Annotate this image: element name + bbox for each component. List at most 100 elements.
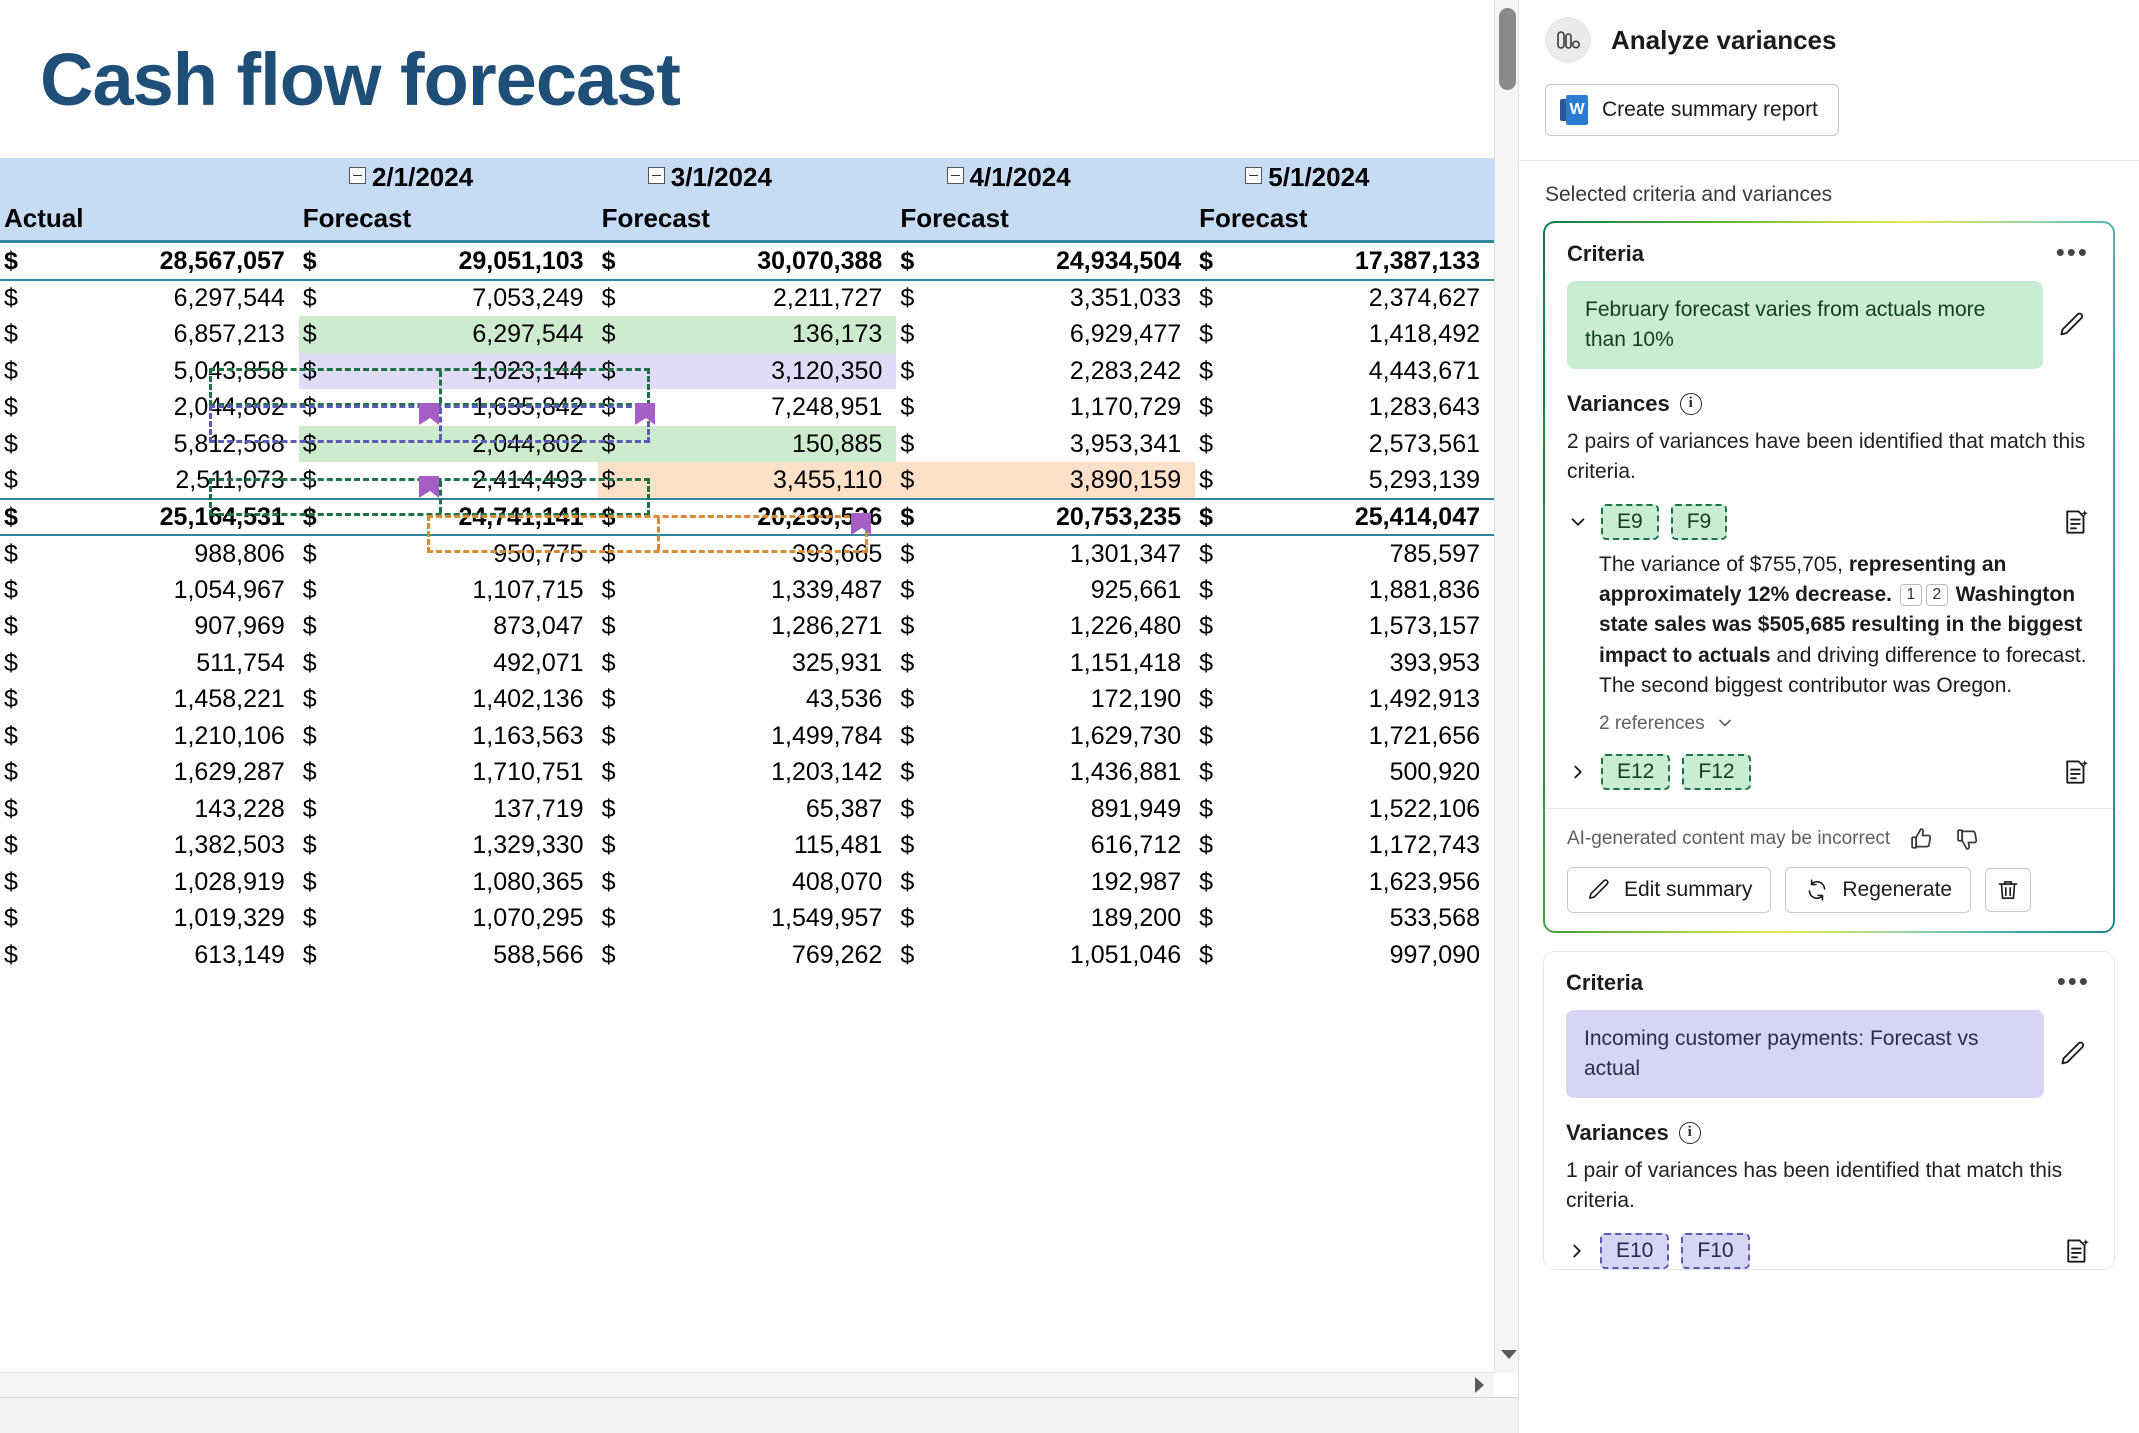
cell-value[interactable]: 500,920: [1241, 754, 1494, 791]
table-row[interactable]: $2,044,802 $1,635,842 $7,248,951 $1,170,729…: [0, 389, 1494, 426]
cell-currency-symbol[interactable]: $: [1195, 572, 1241, 609]
cell-currency-symbol[interactable]: $: [598, 827, 644, 864]
table-row[interactable]: $1,210,106 $1,163,563 $1,499,784 $1,629,730…: [0, 718, 1494, 755]
cell-currency-symbol[interactable]: $: [1195, 718, 1241, 755]
vertical-scrollbar[interactable]: [1494, 0, 1519, 1373]
column-group-date[interactable]: 2/1/2024: [344, 158, 598, 197]
cell-value[interactable]: 2,511,073: [46, 462, 299, 499]
cell-value[interactable]: 1,721,656: [1241, 718, 1494, 755]
cell-value[interactable]: 1,573,157: [1241, 608, 1494, 645]
cell-currency-symbol[interactable]: $: [0, 572, 46, 609]
cell-currency-symbol[interactable]: $: [1195, 791, 1241, 828]
cell-currency-symbol[interactable]: $: [299, 389, 345, 426]
citation-1[interactable]: 1: [1899, 583, 1922, 606]
cell-value[interactable]: 616,712: [943, 827, 1196, 864]
cell-value[interactable]: 3,953,341: [943, 426, 1196, 463]
cell-value[interactable]: 172,190: [943, 681, 1196, 718]
references-toggle[interactable]: 2 references: [1599, 710, 1735, 738]
info-icon[interactable]: i: [1678, 1121, 1701, 1144]
cell-value[interactable]: 1,623,956: [1241, 864, 1494, 901]
cell-value[interactable]: 30,070,388: [643, 243, 897, 281]
cell-currency-symbol[interactable]: $: [598, 791, 644, 828]
table-row[interactable]: $25,164,531 $24,741,141 $20,239,536 $20,753…: [0, 497, 1494, 537]
cell-currency-symbol[interactable]: $: [1195, 535, 1241, 572]
cell-currency-symbol[interactable]: $: [0, 608, 46, 645]
table-row[interactable]: $1,382,503 $1,329,330 $115,481 $616,712 $1,1…: [0, 827, 1494, 864]
delete-summary-button[interactable]: [1985, 868, 2032, 913]
table-row[interactable]: $28,567,057 $29,051,103 $30,070,388 $24,934…: [0, 243, 1494, 281]
cell-value[interactable]: 1,499,784: [644, 718, 897, 755]
cell-value[interactable]: 1,080,365: [345, 864, 598, 901]
cell-currency-symbol[interactable]: $: [299, 462, 345, 499]
cell-value[interactable]: 136,173: [643, 316, 897, 353]
collapse-group-icon[interactable]: [1245, 166, 1263, 184]
cell-currency-symbol[interactable]: $: [298, 243, 345, 281]
criteria-more-options-icon[interactable]: •••: [2055, 968, 2092, 994]
info-icon[interactable]: i: [1679, 392, 1702, 415]
cell-value[interactable]: 115,481: [644, 827, 897, 864]
cell-ref-f12[interactable]: F12: [1682, 754, 1751, 791]
cell-currency-symbol[interactable]: $: [597, 352, 644, 390]
cell-currency-symbol[interactable]: $: [299, 645, 345, 682]
cell-value[interactable]: 150,885: [643, 425, 897, 463]
cell-currency-symbol[interactable]: $: [1195, 900, 1241, 937]
thumbs-up-icon[interactable]: [1908, 825, 1936, 853]
cell-currency-symbol[interactable]: $: [299, 718, 345, 755]
table-row[interactable]: $143,228 $137,719 $65,387 $891,949 $1,522,10…: [0, 791, 1494, 828]
cell-currency-symbol[interactable]: $: [299, 572, 345, 609]
cell-currency-symbol[interactable]: $: [896, 426, 942, 463]
column-group-date[interactable]: 4/1/2024: [942, 158, 1196, 197]
cell-currency-symbol[interactable]: $: [0, 462, 46, 499]
cell-ref-e10[interactable]: E10: [1600, 1232, 1670, 1269]
cell-value[interactable]: 3,120,350: [643, 352, 897, 390]
cell-currency-symbol[interactable]: $: [0, 754, 46, 791]
cell-currency-symbol[interactable]: $: [597, 497, 644, 537]
cell-value[interactable]: 24,934,504: [942, 243, 1196, 281]
insert-summary-icon[interactable]: [2061, 507, 2091, 537]
cell-value[interactable]: 2,374,627: [1241, 280, 1494, 317]
cash-flow-table[interactable]: 2/1/2024 3/1/2024 4/1/2024 5/1/2024 Actual Fo…: [0, 158, 1494, 973]
cell-currency-symbol[interactable]: $: [896, 791, 942, 828]
cell-currency-symbol[interactable]: $: [1195, 608, 1241, 645]
criteria-card-2[interactable]: Criteria ••• Incoming customer payments:…: [1543, 951, 2115, 1270]
cell-value[interactable]: 1,210,106: [46, 718, 299, 755]
collapse-group-icon[interactable]: [946, 166, 964, 184]
cell-currency-symbol[interactable]: $: [896, 316, 942, 353]
cell-currency-symbol[interactable]: $: [598, 280, 644, 317]
thumbs-down-icon[interactable]: [1954, 825, 1982, 853]
cell-currency-symbol[interactable]: $: [896, 864, 942, 901]
cell-currency-symbol[interactable]: $: [896, 353, 942, 390]
table-row[interactable]: $1,629,287 $1,710,751 $1,203,142 $1,436,881…: [0, 754, 1494, 791]
cell-value[interactable]: 43,536: [644, 681, 897, 718]
collapse-group-icon[interactable]: [348, 166, 366, 184]
cell-value[interactable]: 20,753,235: [942, 497, 1196, 537]
cell-currency-symbol[interactable]: $: [0, 645, 46, 682]
edit-summary-button[interactable]: Edit summary: [1567, 867, 1772, 914]
spreadsheet-scrollport[interactable]: Cash flow forecast 2/1/2024 3/1/2024 4/1/2…: [0, 0, 1494, 1373]
cell-value[interactable]: 492,071: [345, 645, 598, 682]
cell-currency-symbol[interactable]: $: [0, 681, 46, 718]
cell-currency-symbol[interactable]: $: [896, 243, 943, 281]
cell-value[interactable]: 65,387: [644, 791, 897, 828]
column-group-date[interactable]: 5/1/2024: [1241, 158, 1494, 197]
cell-value[interactable]: 3,455,110: [643, 462, 897, 499]
create-summary-report-button[interactable]: W Create summary report: [1545, 84, 1839, 136]
cell-value[interactable]: 7,053,249: [345, 280, 598, 317]
cell-currency-symbol[interactable]: $: [1195, 754, 1241, 791]
cell-currency-symbol[interactable]: $: [1195, 353, 1241, 390]
cell-value[interactable]: 1,226,480: [943, 608, 1196, 645]
cell-currency-symbol[interactable]: $: [1195, 681, 1241, 718]
cell-value[interactable]: 17,387,133: [1241, 243, 1494, 281]
cell-currency-symbol[interactable]: $: [0, 389, 46, 426]
cell-value[interactable]: 533,568: [1241, 900, 1494, 937]
cell-currency-symbol[interactable]: $: [598, 864, 644, 901]
cell-value[interactable]: 5,812,568: [46, 426, 299, 463]
table-row[interactable]: $1,458,221 $1,402,136 $43,536 $172,190 $1,49…: [0, 681, 1494, 718]
cell-value[interactable]: 408,070: [644, 864, 897, 901]
cell-currency-symbol[interactable]: $: [299, 937, 345, 974]
table-row[interactable]: $613,149 $588,566 $769,262 $1,051,046 $997,0…: [0, 937, 1494, 974]
cell-currency-symbol[interactable]: $: [298, 352, 345, 390]
cell-currency-symbol[interactable]: $: [896, 535, 942, 572]
cell-currency-symbol[interactable]: $: [598, 754, 644, 791]
cell-currency-symbol[interactable]: $: [597, 462, 644, 499]
